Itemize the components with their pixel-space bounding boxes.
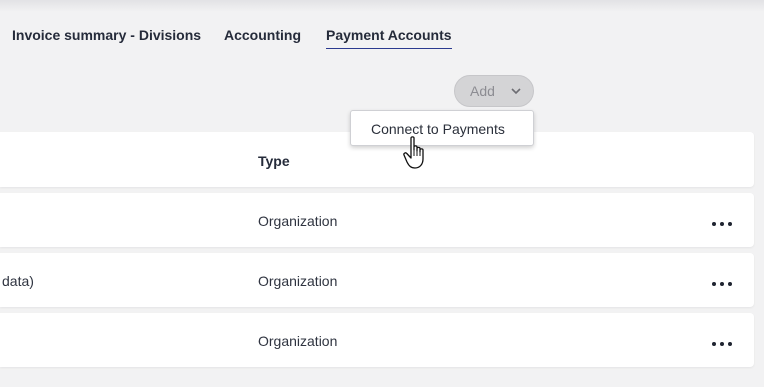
hand-pointer-cursor-icon xyxy=(403,136,424,169)
menu-item-connect-to-payments[interactable]: Connect to Payments xyxy=(371,121,505,137)
tab-payment-accounts[interactable]: Payment Accounts xyxy=(326,27,452,49)
more-actions-icon[interactable] xyxy=(712,281,732,287)
row-type: Organization xyxy=(258,273,338,289)
more-actions-icon[interactable] xyxy=(712,341,732,347)
tab-accounting[interactable]: Accounting xyxy=(224,27,301,44)
table-row[interactable]: Organization xyxy=(0,313,754,367)
add-button[interactable]: Add xyxy=(454,75,534,107)
tab-invoice-summary-divisions[interactable]: Invoice summary - Divisions xyxy=(12,27,201,44)
row-type: Organization xyxy=(258,333,338,349)
add-button-label: Add xyxy=(470,83,495,99)
row-name: data) xyxy=(2,273,34,289)
table-row[interactable]: data) Organization xyxy=(0,253,754,307)
chevron-down-icon xyxy=(511,88,521,95)
add-dropdown-menu: Connect to Payments xyxy=(350,110,534,146)
table-row[interactable]: Organization xyxy=(0,193,754,247)
top-bar-shadow xyxy=(0,0,764,12)
row-type: Organization xyxy=(258,213,338,229)
more-actions-icon[interactable] xyxy=(712,221,732,227)
column-header-type: Type xyxy=(258,153,290,169)
